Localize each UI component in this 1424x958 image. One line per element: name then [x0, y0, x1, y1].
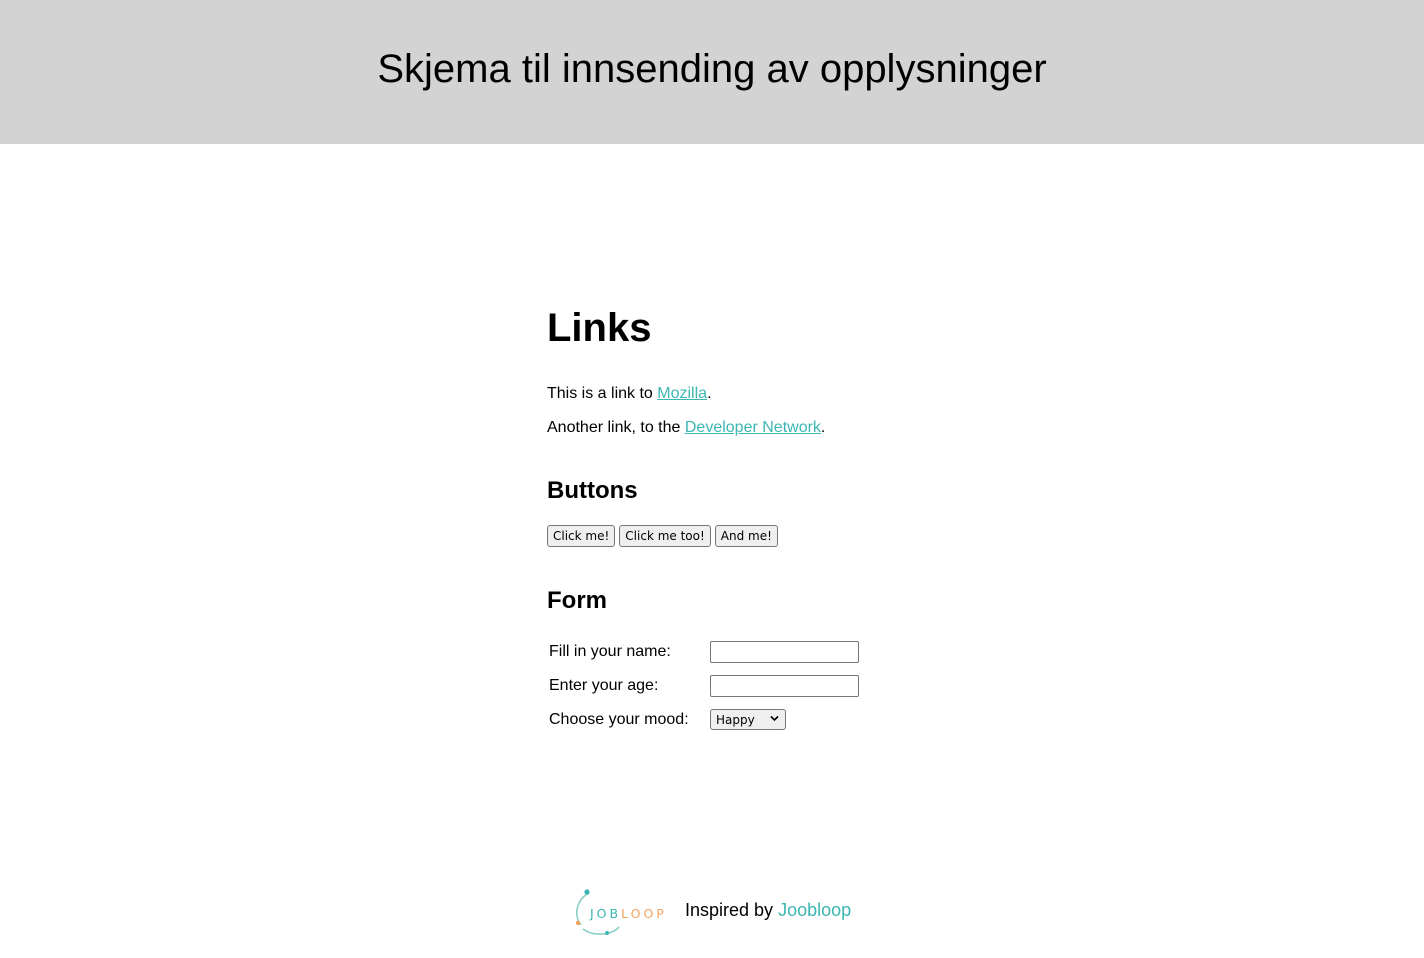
mozilla-link[interactable]: Mozilla [657, 385, 707, 402]
page-header: Skjema til innsending av opplysninger [0, 0, 1424, 144]
links-heading: Links [547, 306, 652, 350]
name-input[interactable] [710, 641, 859, 663]
age-label: Enter your age: [549, 677, 659, 694]
buttons-heading: Buttons [547, 477, 638, 504]
p1-prefix: This is a link to [547, 385, 658, 402]
page-title: Skjema til innsending av opplysninger [377, 47, 1047, 91]
p2-suffix: . [820, 419, 826, 436]
button-row: Click me! Click me too! And me! [547, 525, 782, 547]
form-heading: Form [547, 587, 607, 614]
logo-text: JOBLOOP [589, 906, 667, 921]
mood-row: Choose your mood: Happy [549, 709, 969, 731]
chevron-down-icon [770, 715, 779, 722]
joobloop-link[interactable]: Joobloop [778, 900, 851, 920]
age-input[interactable] [710, 675, 859, 697]
mood-label: Choose your mood: [549, 711, 689, 728]
click-me-button[interactable]: Click me! [547, 525, 616, 547]
mood-selected-value: Happy [716, 713, 755, 727]
age-row: Enter your age: [549, 675, 969, 697]
jobloop-logo: JOBLOOP [575, 889, 667, 935]
mood-select[interactable]: Happy [710, 709, 786, 730]
click-me-too-button[interactable]: Click me too! [619, 525, 711, 547]
name-label: Fill in your name: [549, 643, 671, 660]
inspired-prefix: Inspired by [685, 900, 779, 920]
p1-suffix: . [707, 385, 712, 402]
and-me-button[interactable]: And me! [714, 525, 778, 547]
footer-credit: Inspired by Joobloop [685, 899, 851, 921]
mozilla-paragraph: This is a link to Mozilla. [547, 384, 712, 404]
developer-network-paragraph: Another link, to the Developer Network. [547, 418, 825, 438]
developer-network-link[interactable]: Developer Network [685, 419, 821, 436]
name-row: Fill in your name: [549, 641, 969, 663]
page-footer: JOBLOOP Inspired by Joobloop [0, 880, 1424, 940]
p2-prefix: Another link, to the [547, 419, 685, 436]
